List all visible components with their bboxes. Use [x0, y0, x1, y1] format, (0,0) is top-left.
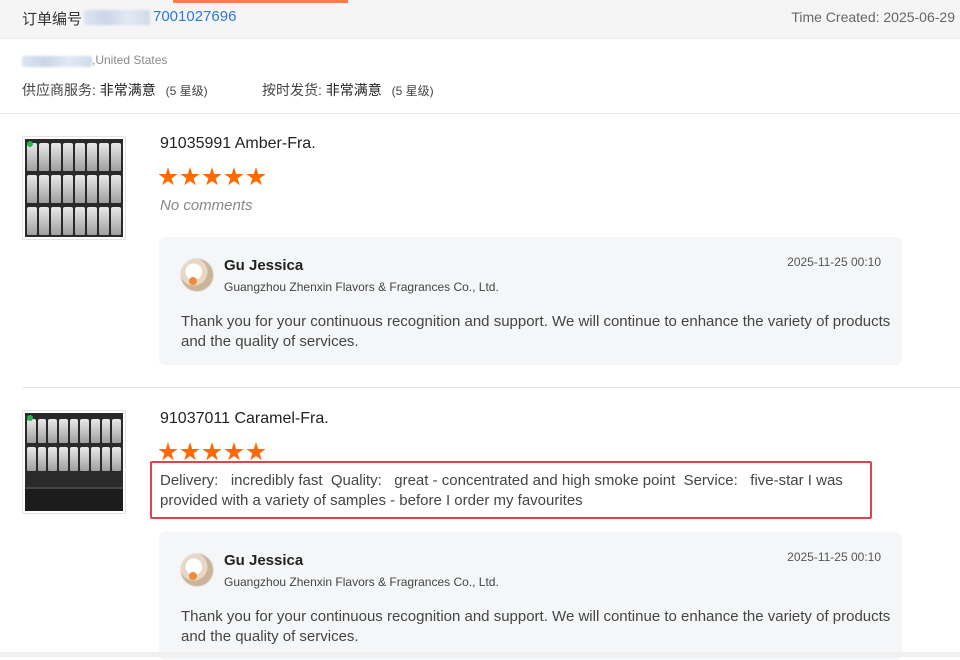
product-title[interactable]: 91035991 Amber-Fra.: [160, 135, 316, 153]
on-time-delivery-rating: 按时发货: 非常满意 (5 星级): [262, 80, 434, 100]
star-icon: [158, 167, 178, 186]
rating-level: (5 星级): [165, 84, 208, 98]
supplier-reply: Gu Jessica Guangzhou Zhenxin Flavors & F…: [159, 237, 902, 365]
cabinet: [25, 487, 123, 511]
rating-value: 非常满意: [325, 82, 382, 98]
product-title[interactable]: 91037011 Caramel-Fra.: [160, 410, 329, 428]
rating-label: 按时发货:: [262, 82, 322, 98]
section-divider: [0, 113, 960, 114]
reply-timestamp: 2025-11-25 00:10: [787, 255, 881, 269]
star-icon: [180, 167, 200, 186]
order-number-link[interactable]: 7001027696: [153, 8, 236, 25]
star-rating: [158, 167, 266, 187]
star-icon: [224, 442, 244, 461]
star-icon: [180, 442, 200, 461]
leaf-icon: [27, 415, 33, 421]
product-thumbnail[interactable]: [22, 136, 126, 240]
highlighted-review: Delivery: incredibly fast Quality: great…: [150, 461, 872, 519]
reply-text: Thank you for your continuous recognitio…: [181, 608, 891, 645]
active-tab-indicator: [173, 0, 348, 3]
reply-company: Guangzhou Zhenxin Flavors & Fragrances C…: [224, 280, 499, 294]
order-number-label: 订单编号: [22, 11, 83, 28]
order-header-bar: 订单编号 7001027696 Time Created: 2025-06-29: [0, 0, 960, 39]
star-icon: [224, 167, 244, 186]
avatar: [180, 258, 214, 292]
product-divider: [22, 387, 960, 388]
bottom-edge: [0, 652, 960, 657]
reply-text: Thank you for your continuous recognitio…: [181, 313, 891, 350]
buyer-info: ,United States 供应商服务: 非常满意 (5 星级) 按时发货: …: [0, 39, 960, 113]
reply-timestamp: 2025-11-25 00:10: [787, 550, 881, 564]
leaf-icon: [27, 141, 33, 147]
supplier-service-rating: 供应商服务: 非常满意 (5 星级): [22, 80, 208, 100]
product-image: [25, 139, 123, 237]
review-comment: No comments: [160, 197, 253, 214]
supplier-reply: Gu Jessica Guangzhou Zhenxin Flavors & F…: [159, 532, 902, 660]
time-created: Time Created: 2025-06-29: [791, 9, 955, 25]
redacted-order-prefix: [84, 10, 150, 25]
rating-level: (5 星级): [391, 84, 434, 98]
redacted-location: [22, 56, 92, 67]
product-thumbnail[interactable]: [22, 410, 126, 514]
rating-label: 供应商服务:: [22, 82, 96, 98]
star-icon: [246, 442, 266, 461]
rating-value: 非常满意: [99, 82, 156, 98]
star-icon: [158, 442, 178, 461]
star-rating: [158, 442, 266, 462]
reply-author-name: Gu Jessica: [224, 552, 304, 569]
star-icon: [246, 167, 266, 186]
product-image: [25, 413, 123, 511]
avatar: [180, 553, 214, 587]
reply-author-name: Gu Jessica: [224, 257, 304, 274]
buyer-location: ,United States: [92, 53, 168, 67]
review-comment: Delivery: incredibly fast Quality: great…: [160, 472, 843, 509]
star-icon: [202, 167, 222, 186]
star-icon: [202, 442, 222, 461]
reply-company: Guangzhou Zhenxin Flavors & Fragrances C…: [224, 575, 499, 589]
